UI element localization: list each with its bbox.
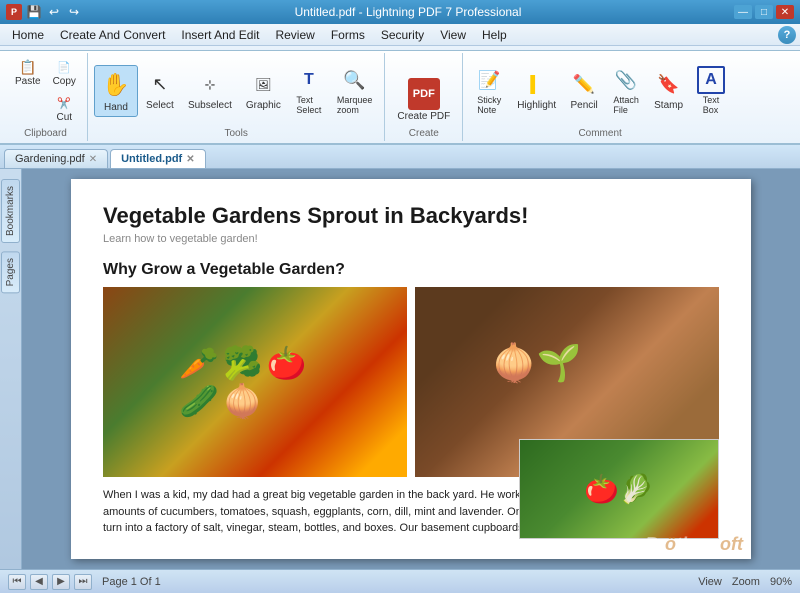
first-page-button[interactable]: ⏮ [8, 574, 26, 590]
status-bar: ⏮ ◀ ▶ ⏭ Page 1 Of 1 View Zoom 90% [0, 569, 800, 593]
next-page-button[interactable]: ▶ [52, 574, 70, 590]
pencil-button[interactable]: ✏️ Pencil [564, 67, 604, 115]
menu-home[interactable]: Home [4, 26, 52, 44]
prev-page-button[interactable]: ◀ [30, 574, 48, 590]
help-button[interactable]: ? [778, 26, 796, 44]
highlight-button[interactable]: ▍ Highlight [511, 67, 562, 115]
graphic-icon: 🖼 [249, 71, 277, 99]
subselect-button[interactable]: ⊹ Subselect [182, 67, 238, 115]
ribbon-content: 📋 Paste 📄 Copy ✂️ Cut [0, 50, 800, 143]
ribbon-group-create: PDF Create PDF Create [385, 53, 463, 141]
cut-icon: ✂️ [55, 94, 73, 112]
toolbar-icon-1[interactable]: 💾 [26, 4, 42, 20]
menu-view[interactable]: View [432, 26, 474, 44]
sidebar-pages[interactable]: Pages [1, 251, 20, 293]
view-label[interactable]: View [698, 576, 722, 588]
stamp-icon: 🔖 [655, 71, 683, 99]
ribbon-group-tools: ✋ Hand ↖ Select ⊹ Subselect 🖼 Graphic T [88, 53, 385, 141]
status-right: View Zoom 90% [698, 576, 792, 588]
copy-icon: 📄 [55, 58, 73, 76]
graphic-button[interactable]: 🖼 Graphic [240, 67, 287, 115]
sticky-note-icon: 📝 [475, 66, 503, 94]
page-container[interactable]: Vegetable Gardens Sprout in Backyards! L… [22, 169, 800, 569]
copy-cut-group: 📄 Copy ✂️ Cut [48, 55, 81, 126]
select-icon: ↖ [146, 71, 174, 99]
document-area: Gardening.pdf ✕ Untitled.pdf ✕ Bookmarks… [0, 145, 800, 569]
window-title: Untitled.pdf - Lightning PDF 7 Professio… [295, 5, 522, 19]
sticky-note-button[interactable]: 📝 StickyNote [469, 62, 509, 119]
stamp-button[interactable]: 🔖 Stamp [648, 67, 689, 115]
sidebar: Bookmarks Pages [0, 169, 22, 569]
document-title: Vegetable Gardens Sprout in Backyards! [103, 203, 719, 229]
window-controls: — □ ✕ [734, 5, 794, 19]
comment-label: Comment [578, 126, 621, 139]
tab-untitled[interactable]: Untitled.pdf ✕ [110, 149, 206, 168]
attach-file-icon: 📎 [612, 66, 640, 94]
tab-gardening[interactable]: Gardening.pdf ✕ [4, 149, 108, 168]
vegetable-image [103, 287, 407, 477]
paste-area: 📋 Paste 📄 Copy ✂️ Cut [10, 55, 81, 126]
paste-copy-cut: 📋 Paste 📄 Copy ✂️ Cut [10, 55, 81, 126]
clipboard-label: Clipboard [24, 126, 67, 139]
hand-button[interactable]: ✋ Hand [94, 65, 138, 117]
menu-help[interactable]: Help [474, 26, 515, 44]
sidebar-bookmarks[interactable]: Bookmarks [1, 179, 20, 243]
text-box-button[interactable]: A TextBox [691, 62, 731, 119]
toolbar-icon-2[interactable]: ↩ [46, 4, 62, 20]
create-pdf-icon: PDF [408, 78, 440, 110]
bottom-right-image [519, 439, 719, 539]
comment-items: 📝 StickyNote ▍ Highlight ✏️ Pencil 📎 Att… [469, 55, 731, 126]
clipboard-items: 📋 Paste 📄 Copy ✂️ Cut [10, 55, 81, 126]
minimize-button[interactable]: — [734, 5, 752, 19]
create-items: PDF Create PDF [391, 55, 456, 126]
ribbon-group-clipboard: 📋 Paste 📄 Copy ✂️ Cut [4, 53, 88, 141]
copy-button[interactable]: 📄 Copy [48, 55, 81, 90]
paste-button[interactable]: 📋 Paste [10, 55, 46, 126]
menu-create-convert[interactable]: Create And Convert [52, 26, 173, 44]
text-box-icon: A [697, 66, 725, 94]
cut-button[interactable]: ✂️ Cut [48, 91, 81, 126]
ribbon-group-comment: 📝 StickyNote ▍ Highlight ✏️ Pencil 📎 Att… [463, 53, 737, 141]
page-info: Page 1 Of 1 [102, 576, 161, 588]
close-button[interactable]: ✕ [776, 5, 794, 19]
attach-file-button[interactable]: 📎 AttachFile [606, 62, 646, 119]
close-tab-untitled[interactable]: ✕ [186, 154, 194, 165]
menu-bar: Home Create And Convert Insert And Edit … [0, 24, 800, 46]
menu-security[interactable]: Security [373, 26, 432, 44]
menu-insert-edit[interactable]: Insert And Edit [173, 26, 267, 44]
pencil-icon: ✏️ [570, 71, 598, 99]
hand-icon: ✋ [100, 69, 132, 101]
zoom-level: 90% [770, 576, 792, 588]
status-left: ⏮ ◀ ▶ ⏭ Page 1 Of 1 [8, 574, 161, 590]
create-label: Create [409, 126, 439, 139]
select-button[interactable]: ↖ Select [140, 67, 180, 115]
tabs-bar: Gardening.pdf ✕ Untitled.pdf ✕ [0, 145, 800, 169]
text-select-icon: T [295, 66, 323, 94]
subselect-icon: ⊹ [196, 71, 224, 99]
text-select-button[interactable]: T TextSelect [289, 62, 329, 119]
title-bar: P 💾 ↩ ↪ Untitled.pdf - Lightning PDF 7 P… [0, 0, 800, 24]
marquee-zoom-icon: 🔍 [341, 66, 369, 94]
document-subtitle: Learn how to vegetable garden! [103, 233, 719, 245]
help-icon: ? [778, 26, 796, 44]
highlight-icon: ▍ [523, 71, 551, 99]
main-area: Bookmarks Pages Vegetable Gardens Sprout… [0, 169, 800, 569]
last-page-button[interactable]: ⏭ [74, 574, 92, 590]
tools-label: Tools [224, 126, 247, 139]
tools-items: ✋ Hand ↖ Select ⊹ Subselect 🖼 Graphic T [94, 55, 378, 126]
section-title: Why Grow a Vegetable Garden? [103, 261, 719, 279]
maximize-button[interactable]: □ [755, 5, 773, 19]
ribbon: 📋 Paste 📄 Copy ✂️ Cut [0, 46, 800, 145]
create-pdf-button[interactable]: PDF Create PDF [391, 74, 456, 126]
menu-forms[interactable]: Forms [323, 26, 373, 44]
marquee-zoom-button[interactable]: 🔍 Marqueezoom [331, 62, 379, 119]
pdf-page: Vegetable Gardens Sprout in Backyards! L… [71, 179, 751, 559]
paste-icon: 📋 [19, 58, 37, 76]
zoom-label: Zoom [732, 576, 760, 588]
app-icon: P [6, 4, 22, 20]
toolbar-icon-3[interactable]: ↪ [66, 4, 82, 20]
menu-review[interactable]: Review [267, 26, 322, 44]
close-tab-gardening[interactable]: ✕ [89, 154, 97, 165]
title-bar-left: P 💾 ↩ ↪ [6, 4, 82, 20]
